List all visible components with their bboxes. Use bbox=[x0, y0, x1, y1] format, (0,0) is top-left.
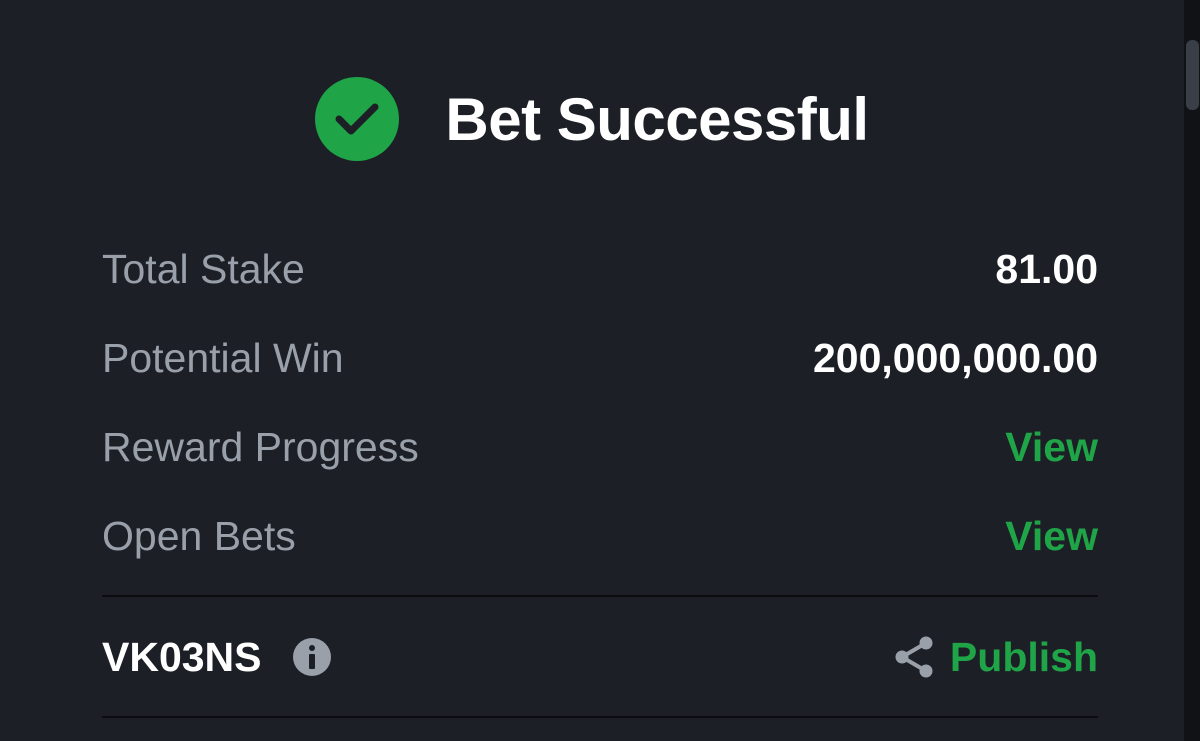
open-bets-view-link[interactable]: View bbox=[1005, 513, 1098, 560]
booking-code-row: VK03NS Publish bbox=[102, 622, 1098, 692]
bet-confirmation-panel: Bet Successful Total Stake 81.00 Potenti… bbox=[0, 0, 1184, 741]
potential-win-value: 200,000,000.00 bbox=[813, 335, 1098, 381]
share-icon bbox=[895, 636, 933, 678]
scrollbar[interactable] bbox=[1184, 0, 1200, 741]
total-stake-value: 81.00 bbox=[995, 246, 1098, 292]
potential-win-row: Potential Win 200,000,000.00 bbox=[102, 314, 1098, 403]
page-title: Bet Successful bbox=[445, 85, 869, 153]
divider bbox=[102, 716, 1098, 718]
check-circle-icon bbox=[315, 77, 400, 161]
confirmation-header: Bet Successful bbox=[0, 74, 1184, 164]
booking-code-group: VK03NS bbox=[102, 634, 332, 681]
potential-win-label: Potential Win bbox=[102, 335, 344, 381]
total-stake-row: Total Stake 81.00 bbox=[102, 225, 1098, 314]
scrollbar-thumb[interactable] bbox=[1186, 40, 1199, 110]
publish-label: Publish bbox=[949, 633, 1098, 680]
total-stake-label: Total Stake bbox=[102, 246, 305, 292]
open-bets-row: Open Bets View bbox=[102, 492, 1098, 581]
open-bets-label: Open Bets bbox=[102, 513, 296, 559]
divider bbox=[102, 595, 1098, 597]
reward-progress-view-link[interactable]: View bbox=[1005, 424, 1098, 471]
publish-button[interactable]: Publish bbox=[892, 634, 1098, 681]
booking-code: VK03NS bbox=[102, 633, 262, 680]
checkmark-icon bbox=[335, 103, 379, 135]
reward-progress-row: Reward Progress View bbox=[102, 403, 1098, 492]
bet-summary: Total Stake 81.00 Potential Win 200,000,… bbox=[102, 225, 1098, 581]
info-icon[interactable] bbox=[292, 637, 332, 677]
reward-progress-label: Reward Progress bbox=[102, 424, 419, 470]
